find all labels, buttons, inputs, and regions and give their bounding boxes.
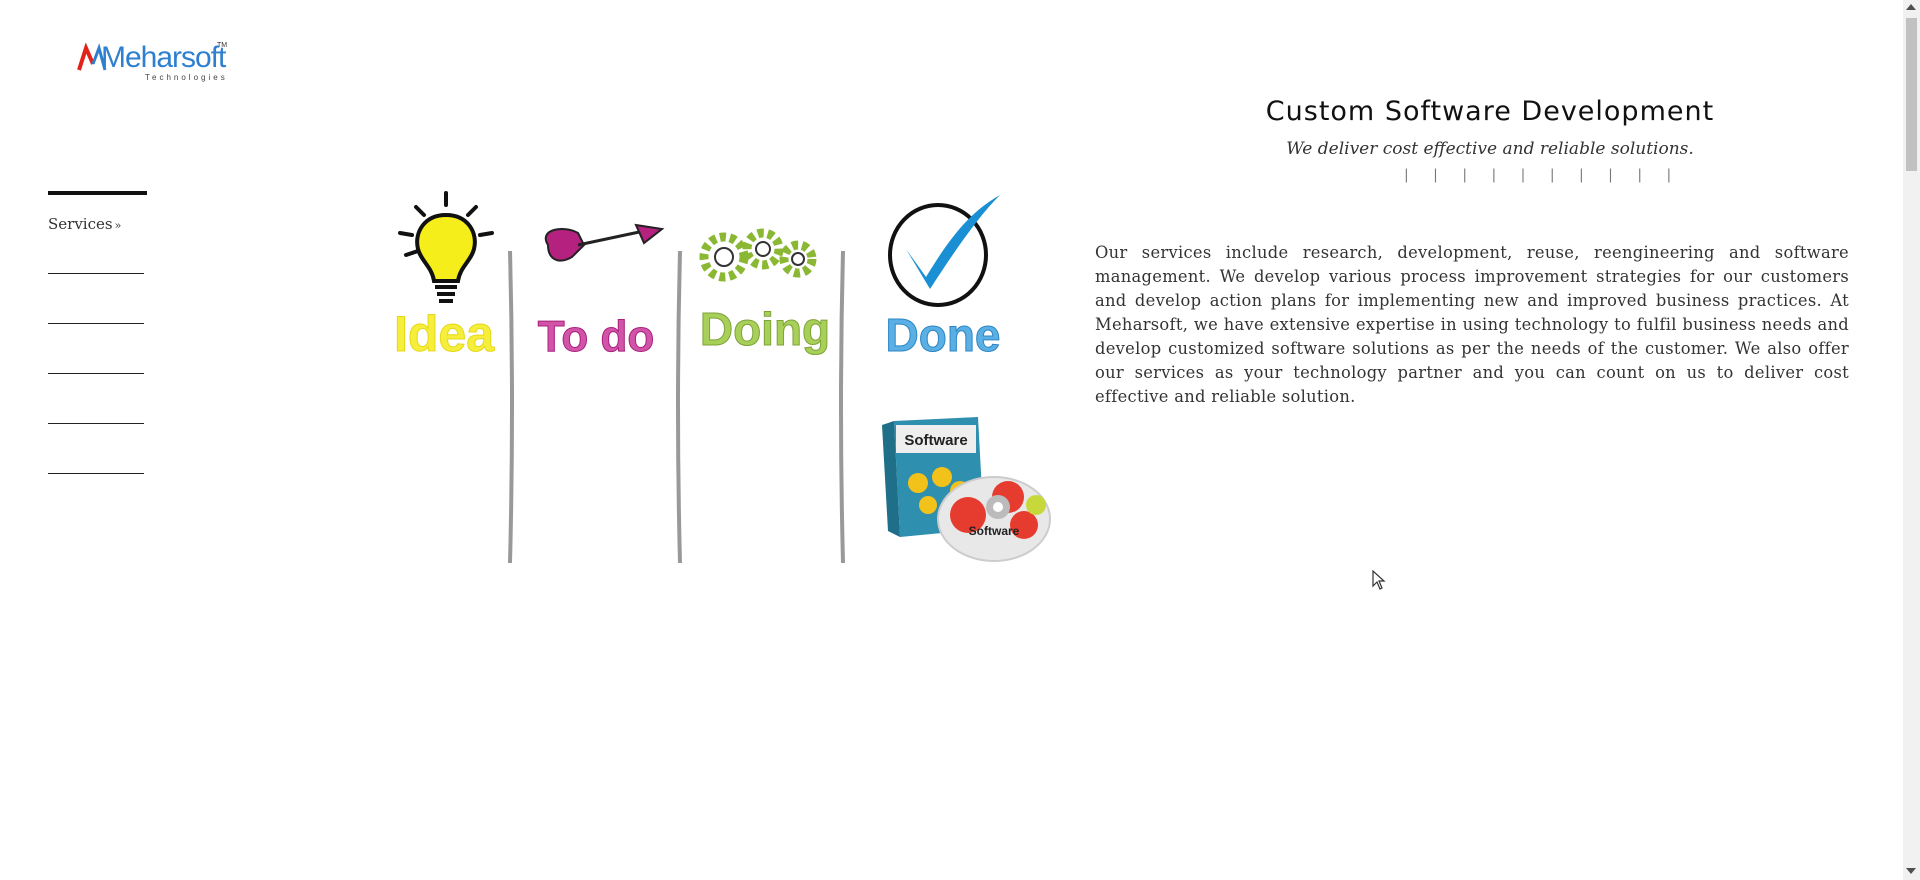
software-box-label: Software <box>904 432 967 449</box>
dart-arrow-icon <box>544 223 665 262</box>
column-label-doing: Doing <box>700 303 830 355</box>
logo-tagline: Technologies <box>145 73 228 82</box>
page-title: Custom Software Development <box>1265 96 1715 127</box>
nav-link-1[interactable] <box>48 255 144 274</box>
page-subtitle: We deliver cost effective and reliable s… <box>1286 139 1694 159</box>
mouse-cursor-icon <box>1372 570 1386 590</box>
logo-trademark: TM <box>217 42 228 49</box>
nav-link-5[interactable] <box>48 455 144 474</box>
nav-link-2[interactable] <box>48 305 144 324</box>
software-disc-icon: Software <box>937 476 1051 562</box>
lightbulb-icon <box>398 191 494 303</box>
column-label-idea: Idea <box>394 306 495 362</box>
scroll-up-arrow-icon[interactable] <box>1906 4 1916 10</box>
done-checkmark-icon <box>888 195 1000 307</box>
nav-active-indicator <box>48 191 147 195</box>
meharsoft-logo[interactable]: Meharsoft TM Technologies <box>77 40 227 84</box>
kanban-divider-3 <box>839 250 845 564</box>
column-label-todo: To do <box>538 312 654 361</box>
services-description: Our services include research, developme… <box>1095 243 1849 406</box>
decorative-dividers: | | | | | | | | | | <box>1404 167 1682 183</box>
kanban-illustration: Idea To do Doing Done Software Software <box>393 191 1051 564</box>
nav-services-link[interactable]: Services» <box>48 215 121 233</box>
column-label-done: Done <box>886 309 1001 361</box>
kanban-divider-1 <box>508 250 514 564</box>
software-disc-label: Software <box>969 524 1020 538</box>
scroll-down-arrow-icon[interactable] <box>1906 868 1916 874</box>
scrollbar-thumb[interactable] <box>1906 18 1917 171</box>
kanban-divider-2 <box>676 250 682 564</box>
double-chevron-down-icon: » <box>114 219 122 232</box>
nav-services-label: Services <box>48 215 113 233</box>
nav-link-4[interactable] <box>48 405 144 424</box>
logo-brand-text: Meharsoft <box>101 41 226 74</box>
nav-link-3[interactable] <box>48 355 144 374</box>
